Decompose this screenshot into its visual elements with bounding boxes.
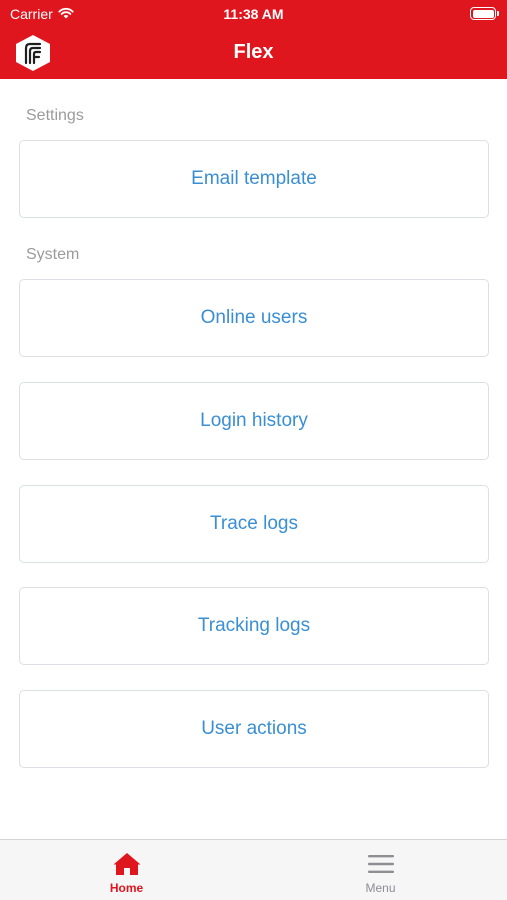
menu-icon (366, 851, 396, 877)
tracking-logs-button[interactable]: Tracking logs (19, 587, 489, 665)
email-template-button[interactable]: Email template (19, 140, 489, 218)
home-icon (112, 851, 142, 877)
user-actions-button[interactable]: User actions (19, 690, 489, 768)
tab-menu-label: Menu (365, 881, 396, 895)
screen: Carrier 11:38 AM Flex Settings Email tem… (0, 0, 507, 900)
status-bar: Carrier 11:38 AM (0, 0, 507, 28)
tab-home-label: Home (109, 881, 144, 895)
trace-logs-button[interactable]: Trace logs (19, 485, 489, 563)
section-label-settings: Settings (26, 107, 84, 124)
tab-bar: Home Menu (0, 839, 507, 900)
online-users-button[interactable]: Online users (19, 279, 489, 357)
section-label-system: System (26, 246, 80, 263)
login-history-button[interactable]: Login history (19, 382, 489, 460)
battery-icon (470, 7, 499, 20)
tab-menu[interactable]: Menu (254, 840, 507, 900)
app-header: Carrier 11:38 AM Flex (0, 0, 507, 79)
page-title: Flex (233, 41, 274, 63)
tab-home[interactable]: Home (0, 840, 253, 900)
clock: 11:38 AM (223, 6, 284, 22)
